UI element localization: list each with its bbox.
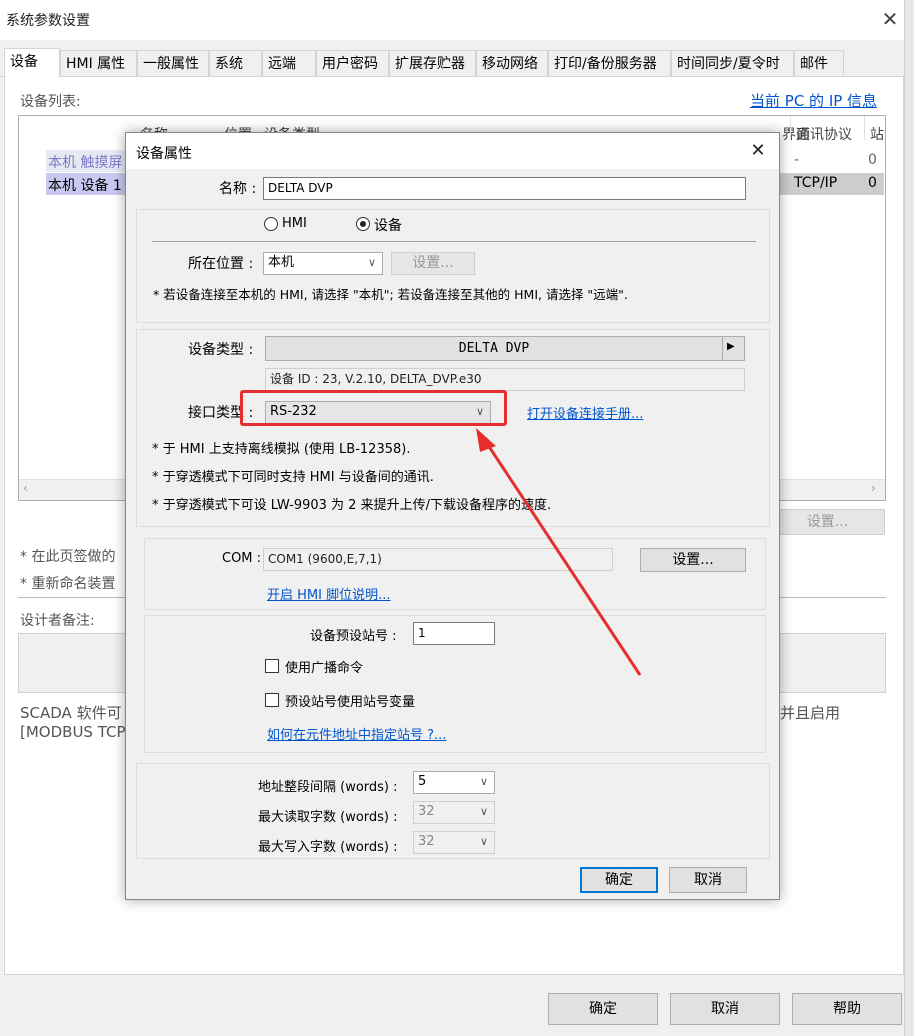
arrow-shaft xyxy=(484,441,642,676)
highlight-arrow xyxy=(476,428,642,676)
arrow-head xyxy=(476,428,496,452)
